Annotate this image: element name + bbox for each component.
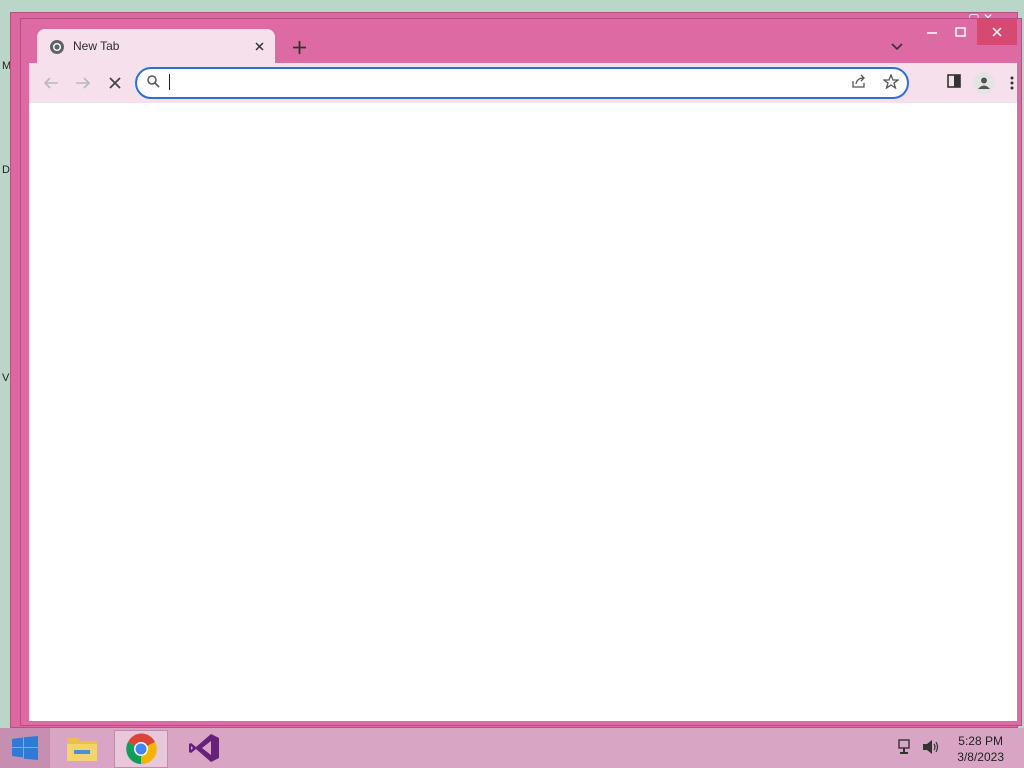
visual-studio-icon xyxy=(189,734,219,762)
chrome-newtab-icon xyxy=(50,40,64,54)
share-icon[interactable] xyxy=(851,74,867,89)
page-viewport[interactable] xyxy=(29,103,1017,721)
browser-toolbar xyxy=(29,63,1017,103)
address-input[interactable] xyxy=(165,73,809,93)
plus-icon xyxy=(292,40,306,54)
address-bar[interactable] xyxy=(135,67,909,99)
forward-button[interactable] xyxy=(73,73,93,93)
text-caret xyxy=(169,74,170,90)
tab-title: New Tab xyxy=(73,39,120,53)
chrome-icon xyxy=(126,733,157,765)
network-icon[interactable] xyxy=(898,738,914,756)
start-button[interactable] xyxy=(0,728,50,768)
close-icon xyxy=(254,41,264,51)
stop-button[interactable] xyxy=(105,73,125,93)
desktop-icon-label: V xyxy=(2,372,10,384)
browser-menu-button[interactable] xyxy=(1007,73,1017,93)
close-tab-button[interactable] xyxy=(251,38,267,54)
clock-time: 5:28 PM xyxy=(958,734,1003,748)
taskbar-visual-studio[interactable] xyxy=(178,730,230,766)
side-panel-icon[interactable] xyxy=(947,74,961,88)
tab-new-tab[interactable]: New Tab xyxy=(37,29,275,63)
back-button[interactable] xyxy=(41,73,61,93)
arrow-left-icon xyxy=(43,77,58,89)
system-clock[interactable]: 5:28 PM 3/8/2023 xyxy=(957,733,1004,765)
taskbar: 5:28 PM 3/8/2023 xyxy=(0,728,1024,768)
new-tab-button[interactable] xyxy=(289,37,309,57)
maximize-button[interactable] xyxy=(943,19,977,45)
taskbar-file-explorer[interactable] xyxy=(56,730,108,766)
maximize-icon xyxy=(954,26,966,37)
desktop-icon-label: D xyxy=(2,164,10,176)
kebab-icon xyxy=(1010,76,1014,90)
chevron-down-icon xyxy=(891,43,903,51)
browser-window: New Tab xyxy=(20,18,1022,726)
tab-search-button[interactable] xyxy=(889,39,905,55)
taskbar-chrome[interactable] xyxy=(114,730,168,768)
x-icon xyxy=(109,77,121,89)
search-icon xyxy=(147,75,160,88)
clock-date: 3/8/2023 xyxy=(957,750,1004,764)
close-window-button[interactable] xyxy=(977,19,1017,45)
minimize-icon xyxy=(927,32,937,34)
star-icon[interactable] xyxy=(883,74,899,89)
windows-logo-icon xyxy=(12,736,38,760)
arrow-right-icon xyxy=(76,77,91,89)
volume-icon[interactable] xyxy=(922,738,940,756)
folder-icon xyxy=(67,738,97,761)
profile-button[interactable] xyxy=(973,72,995,94)
person-icon xyxy=(978,77,990,89)
close-icon xyxy=(992,27,1002,37)
